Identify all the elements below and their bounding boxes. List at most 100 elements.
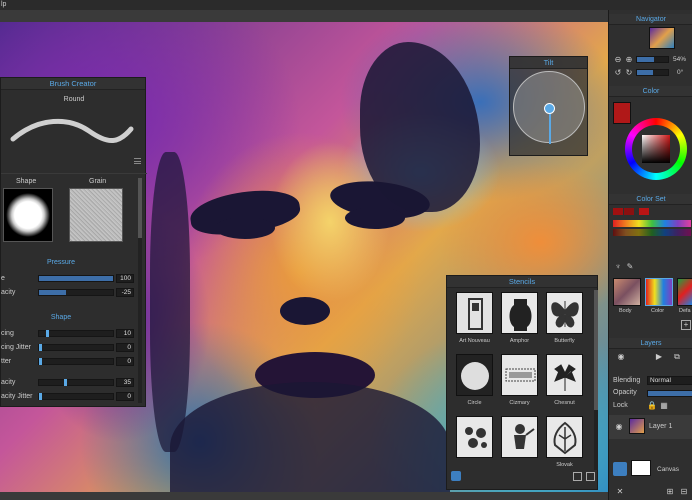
eye-icon[interactable]: ◉ [614,422,624,432]
rotate-left-icon[interactable]: ↺ [613,68,623,78]
right-eye [345,207,405,229]
stencil-visibility-icon[interactable] [451,471,461,481]
shape-row-label: cing Jitter [1,344,31,351]
spacing-jitter-value[interactable]: 0 [116,343,134,352]
pressure-opacity-value[interactable]: -25 [116,288,134,297]
brush-tool-icon[interactable]: ♆ [613,262,623,272]
canvas-thumbnail [631,460,651,476]
blending-mode-select[interactable]: Normal [647,376,692,385]
stencil-item[interactable]: Cizmary [499,352,540,411]
zoom-slider[interactable] [636,56,669,63]
video-icon[interactable]: ▶ [653,352,665,362]
stencil-item[interactable]: Slovak [544,414,585,473]
brush-set-thumbnail[interactable] [645,278,673,306]
stencil-item[interactable]: Chesnut [544,352,585,411]
stencil-name: Cizmary [509,400,530,406]
tilt-disc[interactable] [513,71,585,144]
delete-layer-icon[interactable]: ✕ [615,487,625,497]
brush-set-label: Body [619,308,632,314]
color-saturation-square[interactable] [642,135,670,163]
stencil-name: Chesnut [554,400,575,406]
tilt-title[interactable]: Tilt [510,57,587,69]
color-set-swatch[interactable] [613,208,623,215]
stencil-item[interactable]: Circle [454,352,495,411]
pressure-row-label: acity [1,289,16,296]
right-sidebar: Navigator ⊖ ⊕ 54% ↺ ↻ 0° Color Color Set… [608,10,692,500]
tilt-handle[interactable] [544,103,555,114]
stencil-item[interactable] [454,414,495,473]
pressure-opacity-slider[interactable] [38,289,114,296]
navigator-thumbnail[interactable] [649,27,675,49]
stencil-add-icon[interactable] [573,472,582,481]
lock-icon[interactable]: 🔒 [647,401,657,411]
zoom-in-icon[interactable]: ⊕ [624,55,634,65]
color-title[interactable]: Color [609,86,692,97]
duplicate-layer-icon[interactable]: ⧉ [671,352,683,362]
color-set-swatch[interactable] [624,208,634,215]
shape-row-label: cing [1,330,14,337]
add-brush-set-icon[interactable]: + [681,320,691,330]
stencil-item[interactable]: Amphor [499,290,540,349]
shape-section-header[interactable]: Shape [1,314,121,321]
zoom-value: 54% [673,56,687,63]
eye-icon[interactable] [613,462,627,476]
jitter-slider[interactable] [38,358,114,365]
canvas-layer-name: Canvas [657,466,680,473]
rotate-right-icon[interactable]: ↻ [624,68,634,78]
stencil-item[interactable]: Butterfly [544,290,585,349]
stencils-title[interactable]: Stencils [447,276,597,288]
lock-alpha-icon[interactable]: ▦ [659,401,669,411]
brush-set-thumbnail[interactable] [613,278,641,306]
shape-row-label: tter [1,358,12,365]
layer-row[interactable]: ◉ Layer 1 [609,415,692,439]
menu-bar: lp [0,0,692,10]
menu-item[interactable]: lp [1,1,6,8]
stencil-name: Butterfly [554,338,575,344]
opacity-value[interactable]: 35 [116,378,134,387]
canvas-layer-row[interactable]: Canvas [609,458,692,480]
brush-set-thumbnail[interactable] [677,278,692,306]
nose [280,297,330,325]
add-layer-icon[interactable]: ⊞ [665,487,675,497]
spacing-slider[interactable] [38,330,114,337]
zoom-icon[interactable]: ⊖ [613,55,623,65]
opacity-jitter-value[interactable]: 0 [116,392,134,401]
brush-set-label: Color [651,308,665,314]
grain-thumbnail[interactable] [69,188,123,242]
stencils-scrollbar[interactable] [594,290,598,470]
color-wheel[interactable] [625,118,687,180]
color-set-swatch[interactable] [639,208,649,215]
primary-color-swatch[interactable] [613,102,631,124]
layer-menu-icon[interactable]: ⊟ [679,487,689,497]
rotation-slider[interactable] [636,69,669,76]
shape-row-label: acity [1,379,16,386]
pressure-size-slider[interactable] [38,275,114,282]
left-eye [215,217,275,239]
lock-label: Lock [613,402,628,409]
spacing-jitter-slider[interactable] [38,344,114,351]
stencil-remove-icon[interactable] [586,472,595,481]
stencil-item[interactable]: Art Nouveau [454,290,495,349]
color-set-title[interactable]: Color Set [609,194,692,205]
pressure-section-header[interactable]: Pressure [1,259,121,266]
navigator-title[interactable]: Navigator [609,14,692,25]
panel-menu-icon[interactable] [134,158,141,164]
layer-opacity-slider[interactable] [647,390,692,397]
brush-creator-title[interactable]: Brush Creator [1,78,145,90]
spacing-value[interactable]: 10 [116,329,134,338]
opacity-jitter-slider[interactable] [38,393,114,400]
color-set-row[interactable] [613,229,691,236]
jitter-value[interactable]: 0 [116,357,134,366]
eyedropper-icon[interactable]: ✎ [625,262,635,272]
layers-title[interactable]: Layers [609,338,692,349]
pressure-size-value[interactable]: 100 [116,274,134,283]
layer-visibility-toggle-icon[interactable]: ◉ [615,352,627,362]
opacity-slider[interactable] [38,379,114,386]
shape-thumbnail[interactable] [3,188,53,242]
stencil-name: Art Nouveau [459,338,490,344]
hair-shadow [360,42,480,212]
panel-scrollbar[interactable] [138,178,142,403]
stencil-name: Slovak [556,462,573,468]
color-set-row[interactable] [613,220,691,227]
stencil-item[interactable] [499,414,540,473]
